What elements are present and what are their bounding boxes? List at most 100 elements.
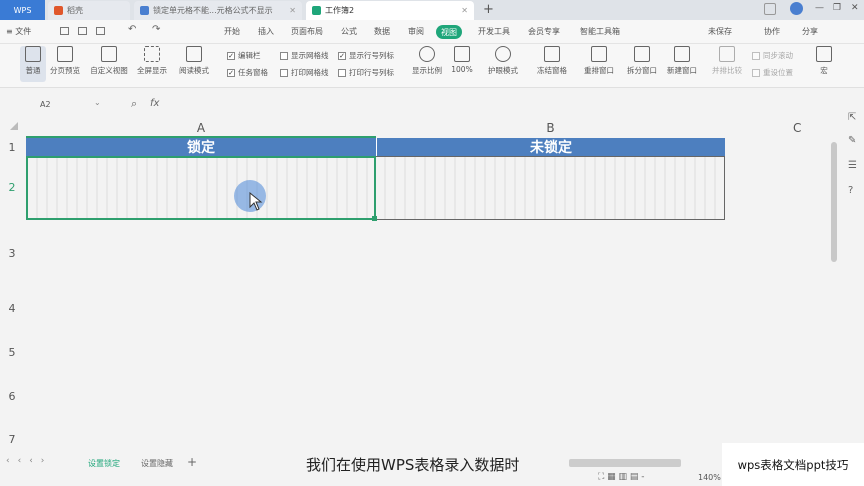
fill-handle[interactable] [372, 216, 377, 221]
view-mode-icons[interactable]: ⛶ ▦ ▥ ▤ - [598, 472, 645, 482]
tab-workbook[interactable]: 工作簿2 ✕ [306, 1, 474, 20]
tab-document[interactable]: 锁定单元格不能...元格公式不显示 ✕ [134, 1, 302, 20]
watermark: wps表格文档ppt技巧 [722, 443, 864, 486]
maximize-button[interactable]: ❐ [833, 3, 841, 13]
select-icon[interactable]: ⇱ [848, 112, 856, 123]
page-break-button[interactable]: 分页预览 [43, 46, 87, 76]
sheet-tab-hide[interactable]: 设置隐藏 [141, 458, 173, 469]
formula-input[interactable] [170, 98, 820, 112]
checkbox-checked-icon: ✓ [227, 68, 235, 77]
redo-icon[interactable]: ↷ [152, 24, 160, 35]
row-header-3[interactable]: 3 [0, 247, 24, 260]
eye-icon [495, 46, 511, 62]
reset-position-button[interactable]: 重设位置 [752, 67, 793, 78]
menu-home[interactable]: 开始 [224, 26, 240, 37]
show-grid-checkbox[interactable]: 显示网格线 [280, 50, 329, 61]
minimize-button[interactable]: — [815, 3, 824, 13]
file-menu[interactable]: ≡ 文件 [6, 26, 31, 37]
fullscreen-icon [144, 46, 160, 62]
fullscreen-button[interactable]: 全屏显示 [130, 46, 174, 76]
tab-daoke[interactable]: 稻壳 [48, 1, 130, 20]
menu-formula[interactable]: 公式 [341, 26, 357, 37]
reading-mode-button[interactable]: 阅读模式 [172, 46, 216, 76]
eye-mode-button[interactable]: 护眼模式 [481, 46, 525, 76]
cell-b1[interactable]: 未锁定 [376, 138, 725, 156]
cell-b2[interactable] [376, 156, 725, 220]
sheet-nav-arrows[interactable]: ‹‹‹› [6, 456, 52, 466]
new-tab-button[interactable]: + [483, 2, 494, 17]
sheet-icon [312, 6, 321, 15]
checkbox-icon [338, 68, 346, 77]
cell-a1[interactable]: 锁定 [26, 138, 376, 156]
avatar[interactable] [790, 2, 803, 15]
rearrange-button[interactable]: 重排窗口 [577, 46, 621, 76]
new-window-button[interactable]: 新建窗口 [660, 46, 704, 76]
side-by-side-button[interactable]: 并排比较 [705, 46, 749, 76]
vertical-scrollbar[interactable] [831, 142, 837, 262]
split-window-button[interactable]: 拆分窗口 [620, 46, 664, 76]
custom-view-icon [101, 46, 117, 62]
add-sheet-button[interactable]: + [187, 455, 197, 469]
search-icon[interactable]: ⌕ [131, 97, 137, 111]
share-button[interactable]: 分享 [802, 26, 818, 37]
style-icon[interactable]: ✎ [848, 135, 856, 146]
freeze-panes-button[interactable]: 冻结窗格 [530, 46, 574, 76]
properties-icon[interactable]: ☰ [848, 160, 857, 171]
checkbox-icon [280, 51, 288, 60]
zoom-icon [419, 46, 435, 62]
task-pane-checkbox[interactable]: ✓ 任务窗格 [227, 67, 268, 78]
menu-smart-tools[interactable]: 智能工具箱 [580, 26, 620, 37]
menu-insert[interactable]: 插入 [258, 26, 274, 37]
row-header-4[interactable]: 4 [0, 302, 24, 315]
sync-icon [752, 51, 760, 60]
row-header-6[interactable]: 6 [0, 390, 24, 403]
cell-a2[interactable] [26, 156, 376, 220]
column-header-b[interactable]: B [376, 120, 725, 136]
close-window-button[interactable]: ✕ [851, 3, 859, 13]
save-icon[interactable] [60, 27, 69, 35]
column-header-c[interactable]: C [740, 120, 860, 136]
page-break-icon [57, 46, 73, 62]
print-grid-checkbox[interactable]: 打印网格线 [280, 67, 329, 78]
wps-logo[interactable]: WPS [0, 0, 45, 20]
show-rowcol-checkbox[interactable]: ✓ 显示行号列标 [338, 50, 394, 61]
close-icon[interactable]: ✕ [461, 6, 468, 15]
menu-view[interactable]: 视图 [436, 25, 462, 39]
checkbox-icon [280, 68, 288, 77]
custom-view-button[interactable]: 自定义视图 [87, 46, 131, 76]
checkbox-checked-icon: ✓ [227, 51, 235, 60]
close-icon[interactable]: ✕ [289, 6, 296, 15]
chevron-down-icon[interactable]: ⌄ [94, 98, 101, 107]
edit-bar-checkbox[interactable]: ✓ 编辑栏 [227, 50, 261, 61]
menu-review[interactable]: 审阅 [408, 26, 424, 37]
sheet-tab-lock[interactable]: 设置锁定 [88, 458, 120, 469]
menu-member[interactable]: 会员专享 [528, 26, 560, 37]
print-rowcol-checkbox[interactable]: 打印行号列标 [338, 67, 394, 78]
zoom-100-button[interactable]: 100% [440, 46, 484, 74]
unsaved-status[interactable]: 未保存 [708, 26, 732, 37]
reading-icon [186, 46, 202, 62]
print-icon[interactable] [78, 27, 87, 35]
row-header-5[interactable]: 5 [0, 346, 24, 359]
row-header-7[interactable]: 7 [0, 433, 24, 446]
select-all-corner[interactable] [10, 122, 18, 130]
checkbox-checked-icon: ✓ [338, 51, 346, 60]
row-header-2[interactable]: 2 [0, 181, 24, 194]
horizontal-scrollbar[interactable] [569, 459, 681, 467]
menu-developer[interactable]: 开发工具 [478, 26, 510, 37]
help-icon[interactable]: ? [848, 185, 853, 196]
menu-data[interactable]: 数据 [374, 26, 390, 37]
macro-icon [816, 46, 832, 62]
window-layout-icon[interactable] [764, 3, 776, 15]
cell-reference[interactable]: A2 [40, 100, 51, 109]
zoom-level[interactable]: 140% [698, 473, 721, 482]
sync-scroll-button[interactable]: 同步滚动 [752, 50, 793, 61]
function-icon[interactable]: fx [150, 98, 159, 109]
collab-button[interactable]: 协作 [764, 26, 780, 37]
menu-layout[interactable]: 页面布局 [291, 26, 323, 37]
column-header-a[interactable]: A [26, 120, 376, 136]
macro-button[interactable]: 宏 [802, 46, 846, 76]
undo-icon[interactable]: ↶ [128, 24, 136, 35]
preview-icon[interactable] [96, 27, 105, 35]
row-header-1[interactable]: 1 [0, 141, 24, 154]
